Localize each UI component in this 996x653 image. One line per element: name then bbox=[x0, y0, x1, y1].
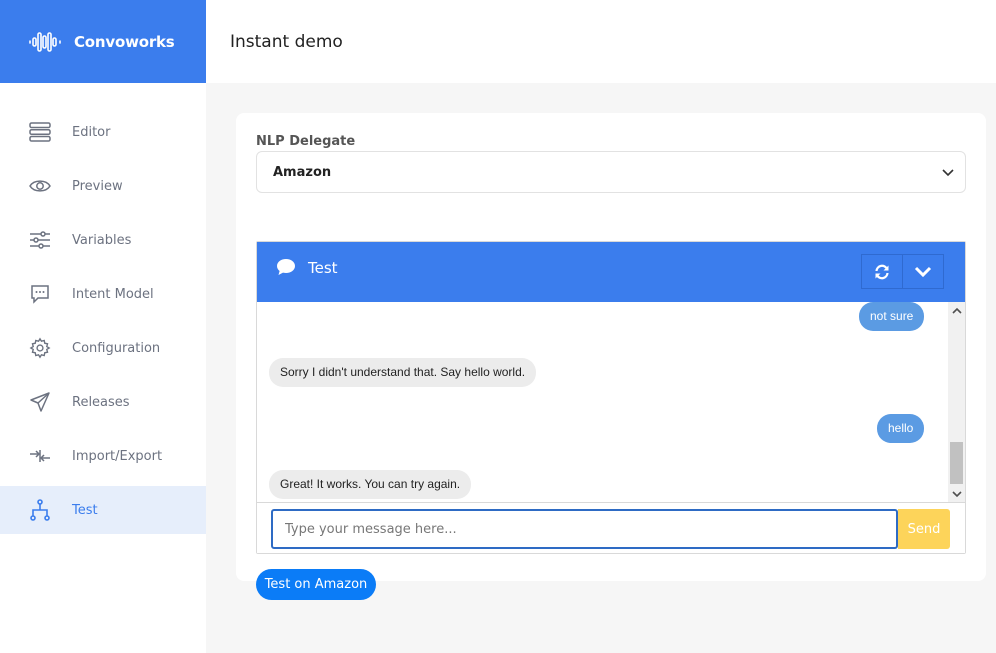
scrollbar-thumb[interactable] bbox=[950, 442, 963, 484]
chat-message-input[interactable] bbox=[271, 509, 898, 549]
sidebar-item-intent-model[interactable]: Intent Model bbox=[0, 267, 206, 321]
gear-icon bbox=[29, 337, 51, 359]
sidebar-item-label: Variables bbox=[72, 232, 132, 248]
sliders-icon bbox=[29, 229, 51, 251]
sidebar-item-test[interactable]: Test bbox=[0, 486, 206, 534]
scroll-up-arrow-icon[interactable] bbox=[948, 302, 965, 319]
hierarchy-icon bbox=[29, 499, 51, 521]
test-on-amazon-button[interactable]: Test on Amazon bbox=[256, 569, 376, 600]
nlp-delegate-select[interactable]: Amazon bbox=[256, 151, 966, 193]
sidebar-item-label: Preview bbox=[72, 178, 123, 194]
chat-message-user: hello bbox=[877, 414, 925, 443]
chat-header: Test bbox=[257, 242, 965, 302]
list-icon bbox=[29, 121, 51, 143]
waveform-icon bbox=[29, 31, 61, 52]
chat-messages[interactable]: not sure Sorry I didn't understand that.… bbox=[257, 302, 965, 502]
main-card: NLP Delegate Amazon Test not sure Sorry … bbox=[236, 113, 986, 581]
refresh-icon bbox=[875, 264, 889, 279]
brand-header[interactable]: Convoworks bbox=[0, 0, 206, 83]
test-chat-widget: Test not sure Sorry I didn't understand … bbox=[256, 241, 966, 554]
top-bar: Instant demo bbox=[206, 0, 996, 83]
sidebar-item-import-export[interactable]: Import/Export bbox=[0, 429, 206, 483]
chevron-down-icon bbox=[942, 169, 954, 177]
sidebar-item-editor[interactable]: Editor bbox=[0, 105, 206, 159]
chat-title: Test bbox=[308, 259, 338, 277]
sidebar: Editor Preview Variables Intent Model Co… bbox=[0, 83, 206, 653]
brand-name: Convoworks bbox=[74, 32, 175, 51]
sidebar-item-label: Intent Model bbox=[72, 286, 154, 302]
sidebar-item-releases[interactable]: Releases bbox=[0, 375, 206, 429]
scroll-down-arrow-icon[interactable] bbox=[948, 485, 965, 502]
sidebar-item-configuration[interactable]: Configuration bbox=[0, 321, 206, 375]
refresh-button[interactable] bbox=[861, 254, 903, 289]
chat-message-bot: Great! It works. You can try again. bbox=[269, 470, 472, 499]
send-button[interactable]: Send bbox=[898, 509, 950, 549]
sidebar-item-label: Test bbox=[72, 502, 98, 518]
chat-scrollbar[interactable] bbox=[948, 302, 965, 502]
chat-message-bot: Sorry I didn't understand that. Say hell… bbox=[269, 358, 537, 387]
page-title: Instant demo bbox=[230, 31, 343, 52]
nlp-delegate-value: Amazon bbox=[273, 164, 332, 180]
chat-input-bar: Send bbox=[257, 502, 965, 553]
import-export-icon bbox=[29, 445, 51, 467]
collapse-button[interactable] bbox=[902, 254, 944, 289]
sidebar-item-variables[interactable]: Variables bbox=[0, 213, 206, 267]
comment-icon bbox=[277, 259, 295, 275]
chat-dots-icon bbox=[29, 283, 51, 305]
eye-icon bbox=[29, 175, 51, 197]
sidebar-item-label: Import/Export bbox=[72, 448, 163, 464]
chat-message-user: not sure bbox=[859, 302, 925, 331]
sidebar-item-label: Editor bbox=[72, 124, 111, 140]
sidebar-item-label: Configuration bbox=[72, 340, 161, 356]
chevron-down-icon bbox=[914, 266, 932, 277]
sidebar-item-preview[interactable]: Preview bbox=[0, 159, 206, 213]
sidebar-item-label: Releases bbox=[72, 394, 130, 410]
paper-plane-icon bbox=[29, 391, 51, 413]
nlp-delegate-label: NLP Delegate bbox=[256, 134, 356, 149]
